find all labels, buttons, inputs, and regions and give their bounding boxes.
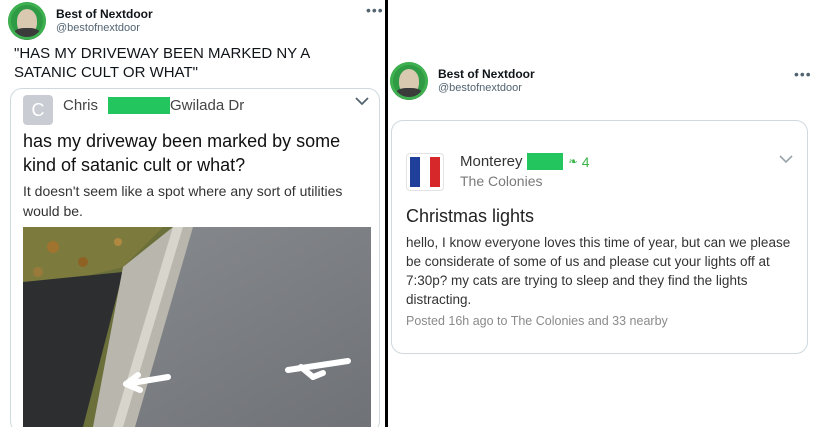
- quoted-post-body: It doesn't seem like a spot where any so…: [23, 183, 343, 219]
- account-name[interactable]: Best of Nextdoor: [56, 7, 153, 22]
- more-horizontal-icon[interactable]: •••: [366, 2, 384, 18]
- tweet-header: Best of Nextdoor @bestofnextdoor: [390, 62, 535, 100]
- post-body: hello, I know everyone loves this time o…: [406, 235, 791, 307]
- account-name[interactable]: Best of Nextdoor: [438, 67, 535, 82]
- avatar[interactable]: [390, 62, 428, 100]
- tweet-header: Best of Nextdoor @bestofnextdoor: [8, 2, 153, 40]
- more-horizontal-icon[interactable]: •••: [794, 66, 812, 82]
- neighborhood-label[interactable]: The Colonies: [460, 173, 543, 189]
- post-title: Christmas lights: [406, 206, 535, 226]
- nextdoor-post-card[interactable]: Monterey ❧ 4 The Colonies Christmas ligh…: [391, 120, 808, 354]
- chevron-down-icon[interactable]: [779, 151, 793, 167]
- quoted-user-first: Chris: [63, 97, 99, 114]
- france-flag-icon: [406, 153, 444, 191]
- post-author-first[interactable]: Monterey: [460, 153, 523, 170]
- quoted-user-suffix: Gwilada Dr: [170, 97, 245, 114]
- chevron-down-icon[interactable]: [355, 93, 369, 110]
- driveway-photo: [23, 227, 371, 427]
- avatar[interactable]: [8, 2, 46, 40]
- quoted-avatar: C: [23, 95, 53, 125]
- left-tweet-panel: Best of Nextdoor @bestofnextdoor ••• "HA…: [0, 0, 385, 427]
- quoted-user: Chris Gwilada Dr: [63, 97, 244, 114]
- post-author: Monterey ❧ 4: [460, 153, 590, 170]
- post-meta: Posted 16h ago to The Colonies and 33 ne…: [406, 314, 668, 328]
- quoted-post-card[interactable]: C Chris Gwilada Dr has my driveway been …: [10, 88, 380, 427]
- tweet-text: "HAS MY DRIVEWAY BEEN MARKED NY A SATANI…: [14, 45, 310, 81]
- account-handle[interactable]: @bestofnextdoor: [438, 82, 535, 96]
- redaction-bar: [526, 153, 563, 170]
- neighbor-count: 4: [581, 153, 590, 170]
- right-tweet-panel: Best of Nextdoor @bestofnextdoor ••• Mon…: [388, 0, 817, 427]
- leaf-icon: ❧: [568, 156, 578, 168]
- redaction-bar: [108, 97, 171, 114]
- account-handle[interactable]: @bestofnextdoor: [56, 22, 153, 36]
- quoted-post-title: has my driveway been marked by some kind…: [23, 131, 341, 175]
